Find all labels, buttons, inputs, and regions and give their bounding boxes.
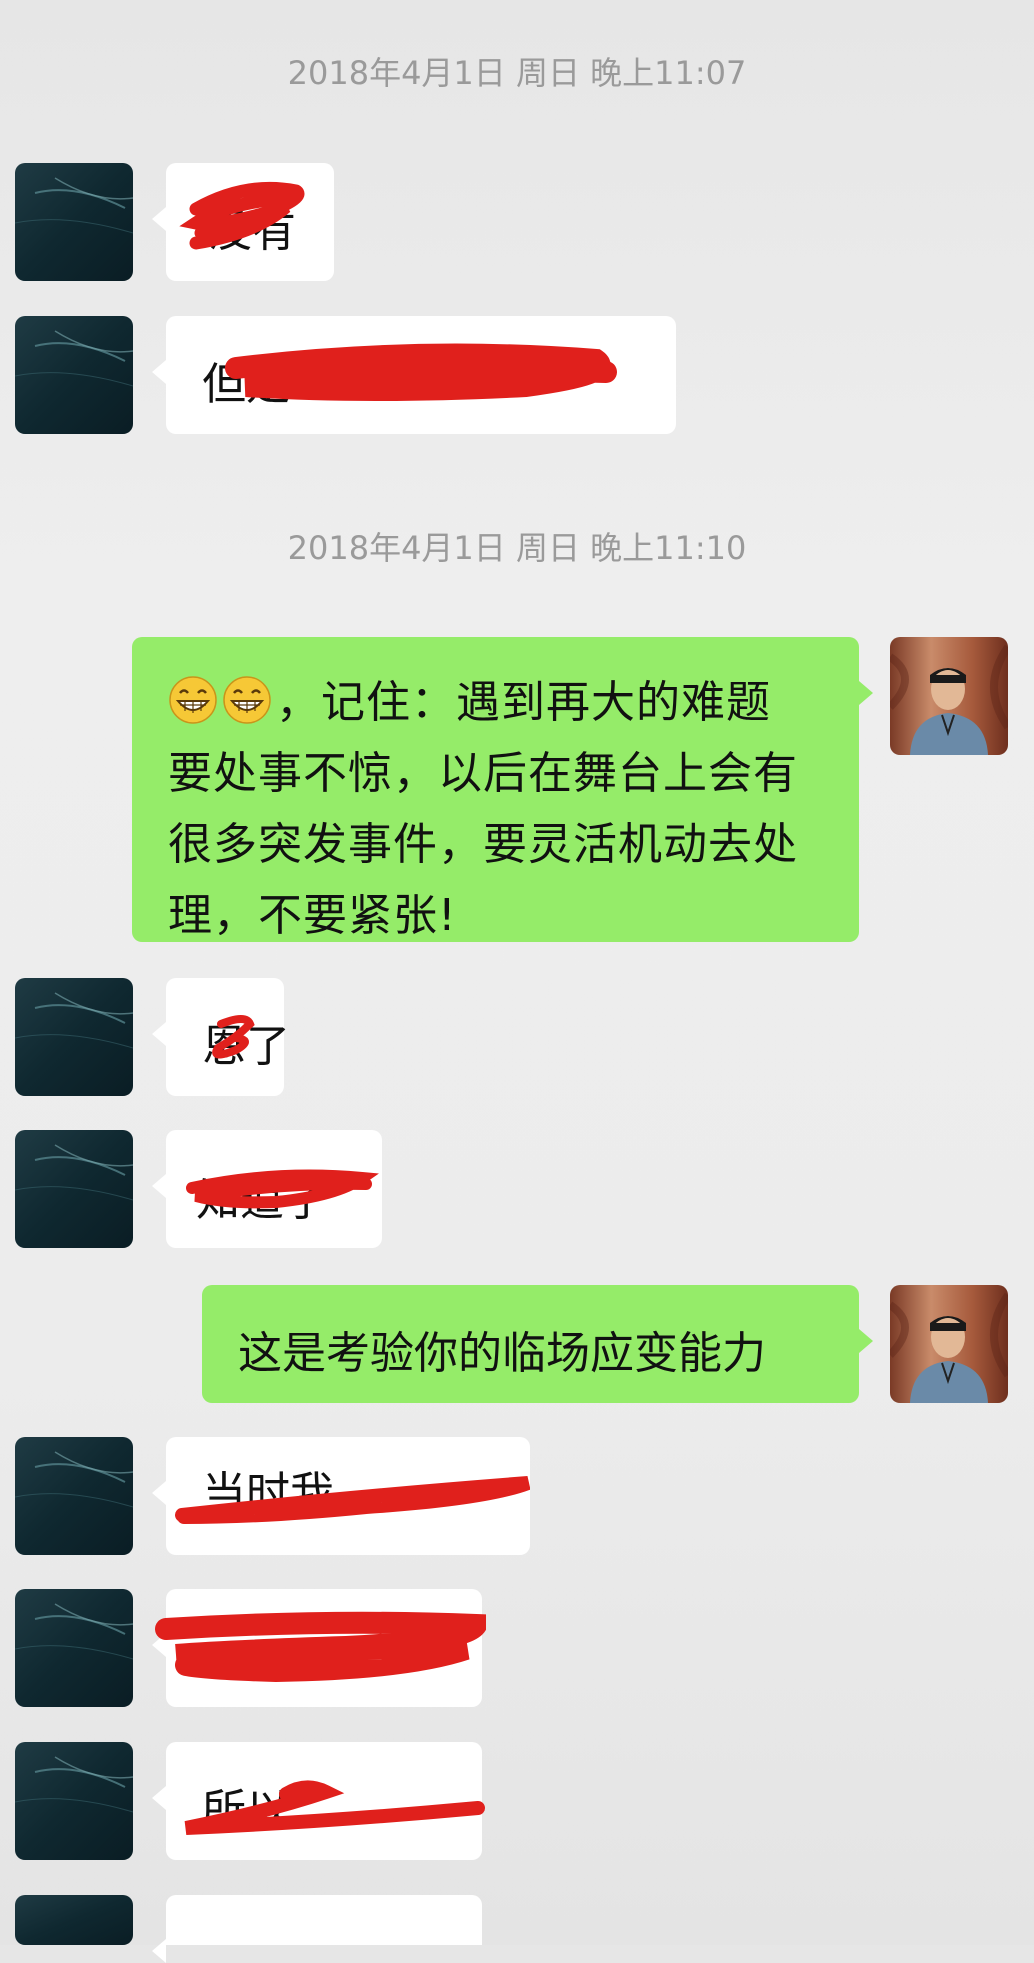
message-text: 知道了: [196, 1175, 328, 1226]
message-text: 没有: [208, 206, 296, 257]
message-text: 所以: [202, 1785, 290, 1836]
contact-avatar[interactable]: [15, 163, 133, 281]
message-text: 恩了: [202, 1021, 290, 1072]
red-redaction-scribble: [155, 1611, 486, 1683]
message-bubble-5[interactable]: 知道了: [152, 1130, 382, 1248]
contact-avatar[interactable]: [15, 1589, 133, 1707]
message-bubble-6[interactable]: 这是考验你的临场应变能力: [202, 1285, 873, 1403]
message-bubble-3[interactable]: ，记住：遇到再大的难题要处事不惊，以后在舞台上会有很多突发事件，要灵活机动去处理…: [132, 637, 873, 942]
message-text: 但是: [202, 359, 290, 410]
avatar-image: [15, 1895, 133, 1945]
avatar-image: [15, 1589, 133, 1707]
message-text: 当时我: [202, 1468, 334, 1519]
grin-emoji-icon: [223, 676, 271, 724]
contact-avatar-partial[interactable]: [15, 1895, 133, 1945]
avatar-image: [15, 316, 133, 434]
message-bubble-partial[interactable]: [152, 1895, 482, 1963]
avatar-image: [15, 1742, 133, 1860]
message-bubble-1[interactable]: 没有: [152, 163, 334, 281]
message-bubble-9[interactable]: 所以: [152, 1742, 485, 1860]
self-avatar[interactable]: [890, 637, 1008, 755]
self-avatar[interactable]: [890, 1285, 1008, 1403]
avatar-image: [15, 1130, 133, 1248]
avatar-photo: [890, 1285, 1008, 1403]
message-bubble-8[interactable]: [152, 1589, 486, 1707]
contact-avatar[interactable]: [15, 978, 133, 1096]
grin-emoji-icon: [169, 676, 217, 724]
contact-avatar[interactable]: [15, 1130, 133, 1248]
contact-avatar[interactable]: [15, 1742, 133, 1860]
contact-avatar[interactable]: [15, 1437, 133, 1555]
avatar-image: [15, 163, 133, 281]
message-bubble-7[interactable]: 当时我: [152, 1437, 530, 1555]
timestamp-2: 2018年4月1日 周日 晚上11:10: [287, 529, 747, 567]
avatar-photo: [890, 637, 1008, 755]
message-bubble-4[interactable]: 恩了: [152, 978, 290, 1096]
contact-avatar[interactable]: [15, 316, 133, 434]
message-text-block: ，记住：遇到再大的难题要处事不惊，以后在舞台上会有很多突发事件，要灵活机动去处理…: [168, 667, 808, 951]
avatar-image: [15, 978, 133, 1096]
message-text: 这是考验你的临场应变能力: [238, 1328, 766, 1379]
message-bubble-2[interactable]: 但是: [152, 316, 676, 434]
timestamp-1: 2018年4月1日 周日 晚上11:07: [287, 54, 747, 92]
avatar-image: [15, 1437, 133, 1555]
